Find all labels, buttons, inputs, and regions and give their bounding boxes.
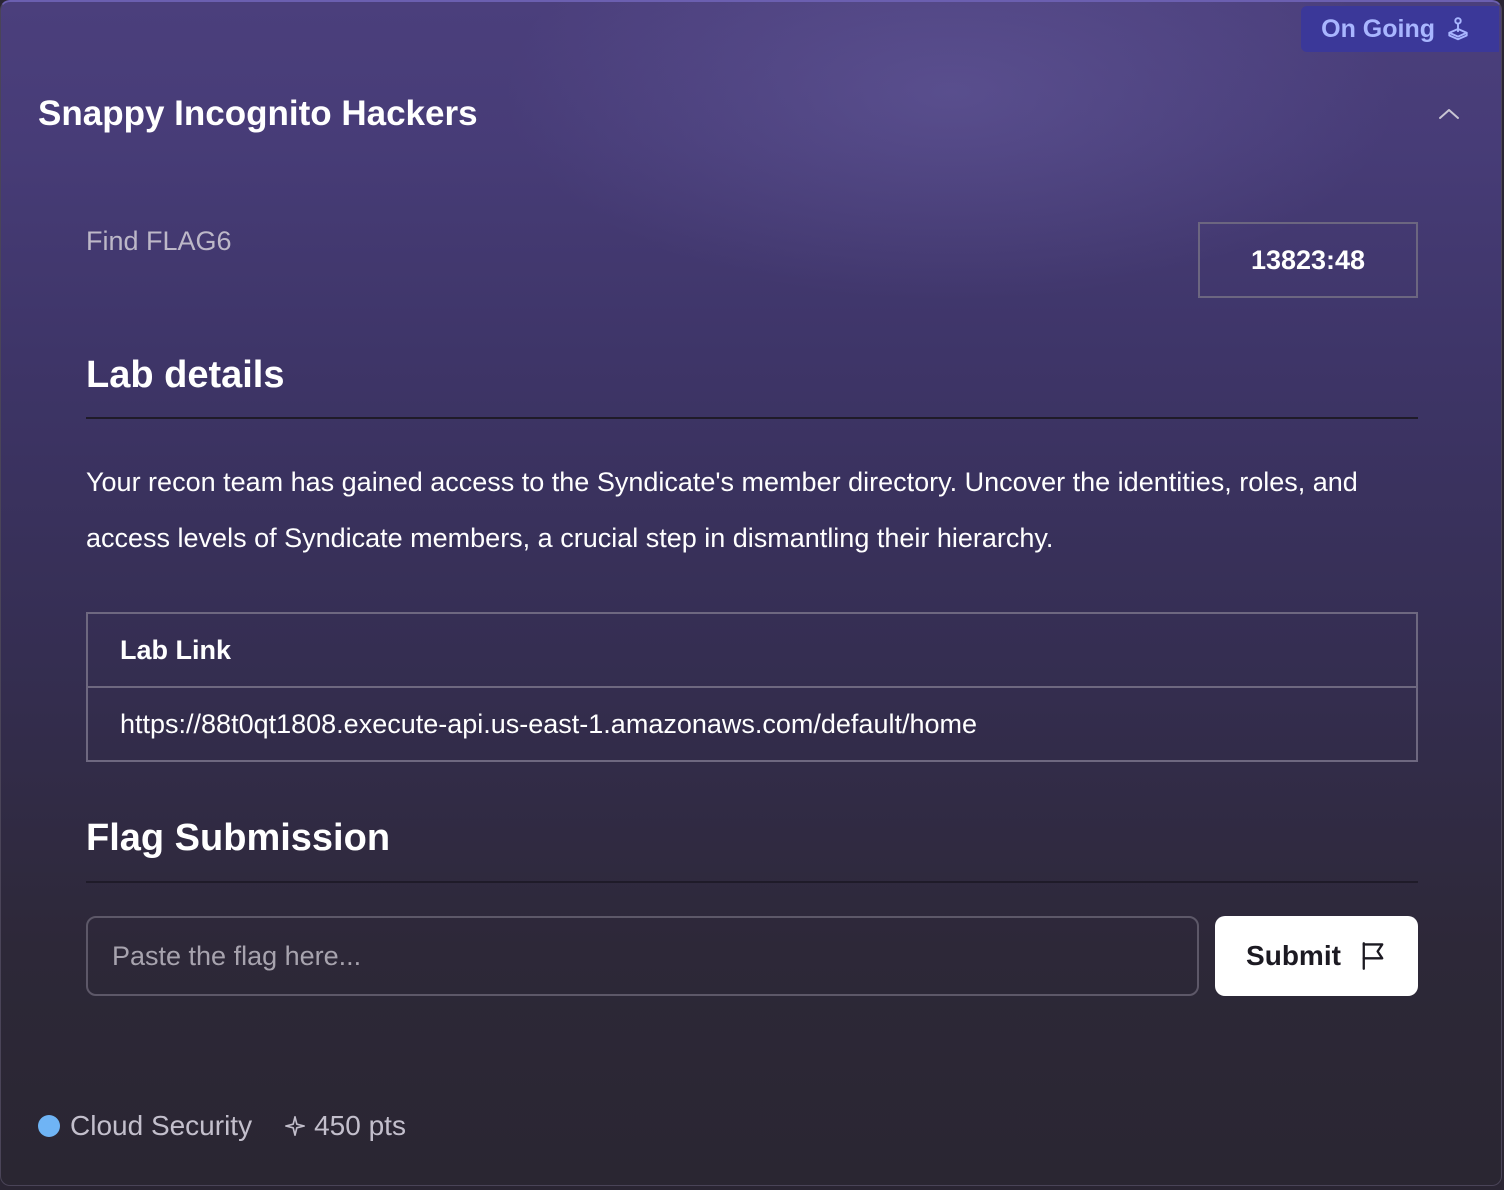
challenge-title: Snappy Incognito Hackers xyxy=(38,94,478,133)
lab-description: Your recon team has gained access to the… xyxy=(86,467,1358,553)
lab-link-table: Lab Link https://88t0qt1808.execute-api.… xyxy=(86,612,1418,762)
status-badge: On Going xyxy=(1301,6,1499,52)
points-display: 450 pts xyxy=(284,1110,406,1142)
task-text: Find FLAG6 xyxy=(86,226,232,256)
category-label: Cloud Security xyxy=(70,1110,253,1141)
sparkle-icon xyxy=(285,1116,306,1136)
lab-link-header: Lab Link xyxy=(88,614,1416,688)
flag-icon xyxy=(1362,942,1384,970)
collapse-button[interactable] xyxy=(1435,100,1463,128)
flag-submission-heading: Flag Submission xyxy=(86,817,391,859)
countdown-timer: 13823:48 xyxy=(1198,222,1418,298)
submit-label: Submit xyxy=(1246,940,1341,971)
chevron-up-icon xyxy=(1439,109,1459,119)
lab-link-url[interactable]: https://88t0qt1808.execute-api.us-east-1… xyxy=(120,709,977,740)
joystick-icon xyxy=(1448,17,1468,41)
challenge-footer: Cloud Security 450 pts xyxy=(38,1110,406,1142)
flag-input[interactable] xyxy=(86,916,1199,996)
challenge-card: On Going Snappy Incognito Hackers Find F… xyxy=(0,0,1502,1186)
submit-button[interactable]: Submit xyxy=(1215,916,1418,996)
flag-submission-divider xyxy=(86,881,1418,883)
lab-details-divider xyxy=(86,417,1418,419)
category-dot-icon xyxy=(38,1115,60,1137)
lab-details-heading: Lab details xyxy=(86,354,285,396)
status-label: On Going xyxy=(1321,14,1435,43)
points-label: 450 pts xyxy=(314,1110,406,1141)
lab-link-row: https://88t0qt1808.execute-api.us-east-1… xyxy=(88,688,1416,760)
